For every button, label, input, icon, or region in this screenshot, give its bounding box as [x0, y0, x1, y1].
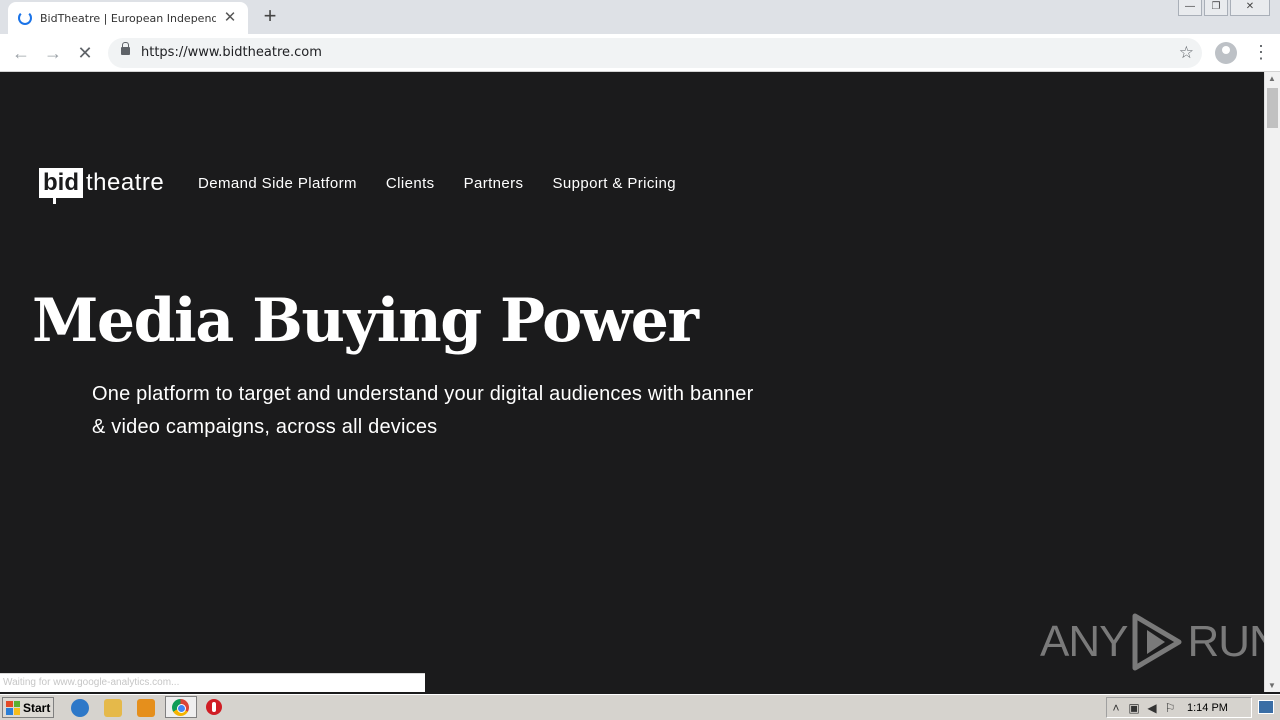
show-desktop-button[interactable] [1258, 700, 1274, 714]
page-viewport: bid theatre Demand Side Platform Clients… [0, 72, 1264, 692]
main-nav: Demand Side Platform Clients Partners Su… [198, 175, 705, 192]
address-bar[interactable]: https://www.bidtheatre.com ☆ [108, 38, 1202, 68]
anyrun-watermark: ANY RUN [1040, 612, 1264, 672]
chevron-up-icon[interactable]: ˄ [1107, 701, 1125, 715]
browser-toolbar: ← → ✕ https://www.bidtheatre.com ☆ ⋮ [0, 34, 1280, 72]
hero-title: Media Buying Power [32, 286, 699, 356]
network-icon[interactable]: ▣ [1125, 701, 1143, 715]
opera-icon[interactable] [206, 699, 222, 715]
start-button[interactable]: Start [2, 697, 54, 718]
nav-clients[interactable]: Clients [386, 175, 435, 192]
restore-button[interactable]: ❐ [1204, 0, 1228, 16]
tab-close-icon[interactable]: ✕ [222, 10, 238, 26]
file-explorer-icon[interactable] [104, 699, 122, 717]
nav-support-pricing[interactable]: Support & Pricing [552, 175, 676, 192]
forward-button[interactable]: → [41, 41, 65, 65]
lock-icon[interactable] [121, 42, 130, 55]
chrome-icon[interactable] [172, 699, 189, 716]
minimize-button[interactable]: — [1178, 0, 1202, 16]
back-button[interactable]: ← [9, 41, 33, 65]
internet-explorer-icon[interactable] [71, 699, 89, 717]
play-icon [1132, 613, 1182, 671]
windows-logo-icon [6, 700, 20, 715]
bidtheatre-logo[interactable]: bid theatre [39, 168, 165, 204]
nav-partners[interactable]: Partners [464, 175, 524, 192]
profile-avatar-icon[interactable] [1215, 42, 1237, 64]
nav-demand-side-platform[interactable]: Demand Side Platform [198, 175, 357, 192]
browser-menu-icon[interactable]: ⋮ [1252, 41, 1270, 63]
start-label: Start [23, 700, 51, 715]
url-text[interactable]: https://www.bidtheatre.com [141, 45, 322, 60]
loading-spinner-icon [18, 11, 32, 25]
scroll-down-icon[interactable]: ▼ [1268, 681, 1276, 690]
bookmark-star-icon[interactable]: ☆ [1179, 43, 1194, 63]
logo-theatre: theatre [86, 169, 165, 196]
stop-loading-button[interactable]: ✕ [73, 41, 97, 65]
browser-tab[interactable]: BidTheatre | European Independent ✕ [8, 2, 248, 34]
browser-tab-strip: BidTheatre | European Independent ✕ + — … [0, 0, 1280, 34]
watermark-left: ANY [1040, 617, 1128, 666]
logo-bid: bid [39, 168, 83, 204]
tab-title: BidTheatre | European Independent [40, 11, 216, 25]
system-tray: ˄ ▣ ◀ ⚐ 1:14 PM [1106, 697, 1252, 718]
flag-icon[interactable]: ⚐ [1161, 701, 1179, 715]
scroll-thumb[interactable] [1267, 88, 1278, 128]
window-controls: — ❐ ✕ [1176, 0, 1270, 18]
status-bubble: Waiting for www.google-analytics.com... [0, 673, 425, 692]
hero-subtitle: One platform to target and understand yo… [92, 383, 754, 438]
page-scrollbar[interactable]: ▲ ▼ [1264, 72, 1280, 692]
watermark-right: RUN [1187, 617, 1264, 666]
volume-icon[interactable]: ◀ [1143, 701, 1161, 715]
windows-taskbar: Start ˄ ▣ ◀ ⚐ 1:14 PM [0, 694, 1280, 720]
new-tab-button[interactable]: + [259, 5, 281, 27]
scroll-up-icon[interactable]: ▲ [1268, 74, 1276, 83]
window-close-button[interactable]: ✕ [1230, 0, 1270, 16]
clock[interactable]: 1:14 PM [1187, 702, 1228, 714]
media-player-icon[interactable] [137, 699, 155, 717]
